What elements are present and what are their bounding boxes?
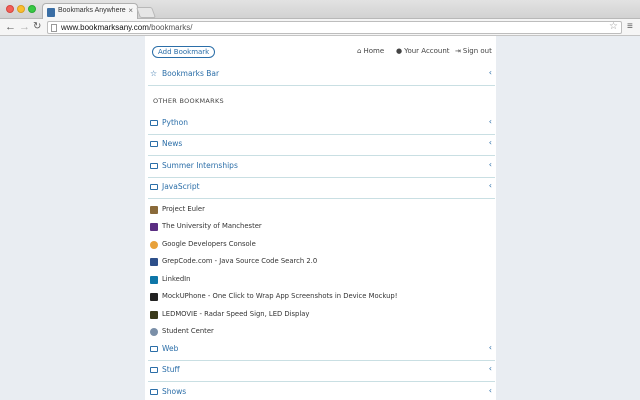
url-text[interactable]: www.bookmarksany.com/bookmarks/ xyxy=(61,23,192,32)
url-domain: www.bookmarksany.com xyxy=(61,23,149,32)
folder-icon xyxy=(150,182,158,191)
favicon-icon xyxy=(150,223,158,231)
folder-row-web[interactable]: Web ‹ xyxy=(148,339,495,361)
folder-row-javascript[interactable]: JavaScript ‹ xyxy=(148,177,495,199)
folder-row-shows[interactable]: Shows ‹ xyxy=(148,382,495,400)
folder-icon xyxy=(150,365,158,374)
nav-home-link[interactable]: ⌂ Home xyxy=(357,47,384,55)
bookmark-link-label: Student Center xyxy=(162,327,214,335)
folder-icon xyxy=(150,139,158,148)
browser-toolbar: ← → ↻ www.bookmarksany.com/bookmarks/ ☆ … xyxy=(0,19,640,36)
favicon-icon xyxy=(150,206,158,214)
star-icon: ☆ xyxy=(150,69,158,78)
tab-close-icon[interactable]: × xyxy=(128,6,133,15)
folder-label: Shows xyxy=(162,387,187,396)
menu-icon[interactable]: ≡ xyxy=(627,21,633,32)
favicon-icon xyxy=(150,293,158,301)
folder-icon xyxy=(150,387,158,396)
favicon-icon xyxy=(150,311,158,319)
new-tab-button[interactable] xyxy=(135,7,157,18)
folder-label: Python xyxy=(162,118,188,127)
favicon-icon xyxy=(150,276,158,284)
bookmark-link-label: LEDMOVIE - Radar Speed Sign, LED Display xyxy=(162,310,310,318)
bookmarks-panel: Add Bookmark ⌂ Home ● Your Account ⇥ Sign o… xyxy=(145,36,496,400)
bookmark-link-label: MockUPhone - One Click to Wrap App Scree… xyxy=(162,292,398,300)
page-icon xyxy=(51,24,57,32)
bookmarks-bar-label: Bookmarks Bar xyxy=(162,69,220,78)
nav-signout-link[interactable]: ⇥ Sign out xyxy=(455,47,492,55)
favicon-icon xyxy=(150,328,158,336)
chevron-left-icon[interactable]: ‹ xyxy=(489,386,492,395)
user-icon: ● xyxy=(396,47,403,55)
bookmark-link-label: LinkedIn xyxy=(162,275,191,283)
bookmark-link-label: Google Developers Console xyxy=(162,240,256,248)
folder-row-news[interactable]: News ‹ xyxy=(148,134,495,156)
browser-tab[interactable]: Bookmarks Anywhere × xyxy=(42,3,138,20)
chevron-left-icon[interactable]: ‹ xyxy=(489,138,492,147)
folder-label: Summer Internships xyxy=(162,161,238,170)
folder-label: JavaScript xyxy=(162,182,200,191)
folder-label: Stuff xyxy=(162,365,180,374)
favicon-icon xyxy=(150,241,158,249)
nav-signout-label: Sign out xyxy=(462,47,492,55)
address-bar[interactable]: www.bookmarksany.com/bookmarks/ ☆ xyxy=(47,21,622,34)
chevron-left-icon[interactable]: ‹ xyxy=(489,117,492,126)
nav-account-label: Your Account xyxy=(404,47,450,55)
folder-row-stuff[interactable]: Stuff ‹ xyxy=(148,360,495,382)
browser-titlebar: Bookmarks Anywhere × xyxy=(0,0,640,20)
home-icon: ⌂ xyxy=(357,47,362,55)
chevron-left-icon[interactable]: ‹ xyxy=(489,68,492,77)
chevron-left-icon[interactable]: ‹ xyxy=(489,160,492,169)
bookmark-link-label: Project Euler xyxy=(162,205,205,213)
bookmarks-bar-row[interactable]: ☆ Bookmarks Bar ‹ xyxy=(148,64,495,86)
add-bookmark-button[interactable]: Add Bookmark xyxy=(152,46,216,58)
bookmark-link-label: GrepCode.com - Java Source Code Search 2… xyxy=(162,257,318,265)
bookmark-link-label: The University of Manchester xyxy=(162,222,262,230)
url-path: /bookmarks/ xyxy=(148,23,193,32)
nav-account-link[interactable]: ● Your Account xyxy=(396,47,450,55)
bookmark-favicon-icon xyxy=(47,8,55,17)
folder-icon xyxy=(150,161,158,170)
folder-label: Web xyxy=(162,344,179,353)
reload-icon[interactable]: ↻ xyxy=(33,20,41,34)
folder-icon xyxy=(150,344,158,353)
tab-title: Bookmarks Anywhere xyxy=(58,7,126,14)
folder-label: News xyxy=(162,139,183,148)
sign-out-icon: ⇥ xyxy=(455,47,461,55)
other-bookmarks-title: OTHER BOOKMARKS xyxy=(153,97,224,105)
back-arrow-icon[interactable]: ← xyxy=(5,20,16,34)
folder-row-summer-internships[interactable]: Summer Internships ‹ xyxy=(148,156,495,178)
folder-row-python[interactable]: Python ‹ xyxy=(148,113,495,135)
window-close-icon[interactable] xyxy=(6,5,14,13)
bookmark-star-icon[interactable]: ☆ xyxy=(609,21,618,32)
favicon-icon xyxy=(150,258,158,266)
chevron-left-icon[interactable]: ‹ xyxy=(489,364,492,373)
nav-home-label: Home xyxy=(363,47,385,55)
folder-icon xyxy=(150,118,158,127)
window-maximize-icon[interactable] xyxy=(28,5,36,13)
forward-arrow-icon[interactable]: → xyxy=(19,20,30,34)
window-minimize-icon[interactable] xyxy=(17,5,25,13)
chevron-left-icon[interactable]: ‹ xyxy=(489,343,492,352)
chevron-left-icon[interactable]: ‹ xyxy=(489,181,492,190)
